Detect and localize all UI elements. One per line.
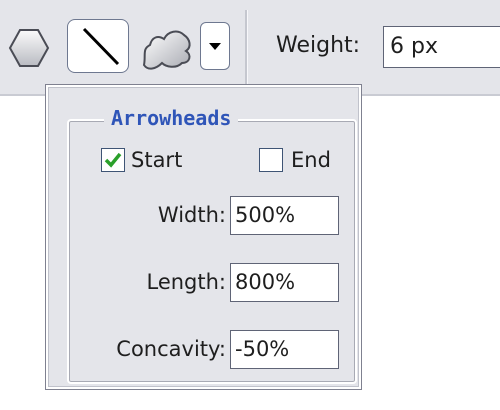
shape-dropdown-button[interactable] [200, 22, 230, 70]
chevron-down-icon [209, 43, 221, 50]
weight-label: Weight: [276, 33, 361, 58]
weight-input[interactable]: 6 px [383, 26, 500, 68]
width-label: Width: [157, 203, 226, 227]
length-label: Length: [146, 270, 226, 294]
polygon-shape-icon[interactable] [8, 27, 50, 69]
end-label: End [291, 148, 331, 172]
options-toolbar: Weight: 6 px [0, 0, 500, 96]
checkmark-icon [104, 152, 122, 168]
length-input[interactable]: 800% [230, 263, 339, 302]
custom-shape-icon[interactable] [136, 25, 196, 73]
start-checkbox[interactable] [101, 148, 125, 172]
popup-panel: Arrowheads Start End Width: 500% Length:… [48, 87, 359, 387]
line-tool-button[interactable] [67, 19, 129, 73]
concavity-input[interactable]: -50% [230, 330, 339, 369]
start-label: Start [131, 148, 183, 172]
toolbar-divider [245, 10, 248, 90]
group-title: Arrowheads [104, 105, 239, 131]
arrowheads-popup: Arrowheads Start End Width: 500% Length:… [45, 84, 362, 390]
line-tool-icon [82, 27, 120, 66]
concavity-label: Concavity: [116, 337, 226, 361]
width-input[interactable]: 500% [230, 196, 339, 235]
end-checkbox[interactable] [259, 148, 283, 172]
